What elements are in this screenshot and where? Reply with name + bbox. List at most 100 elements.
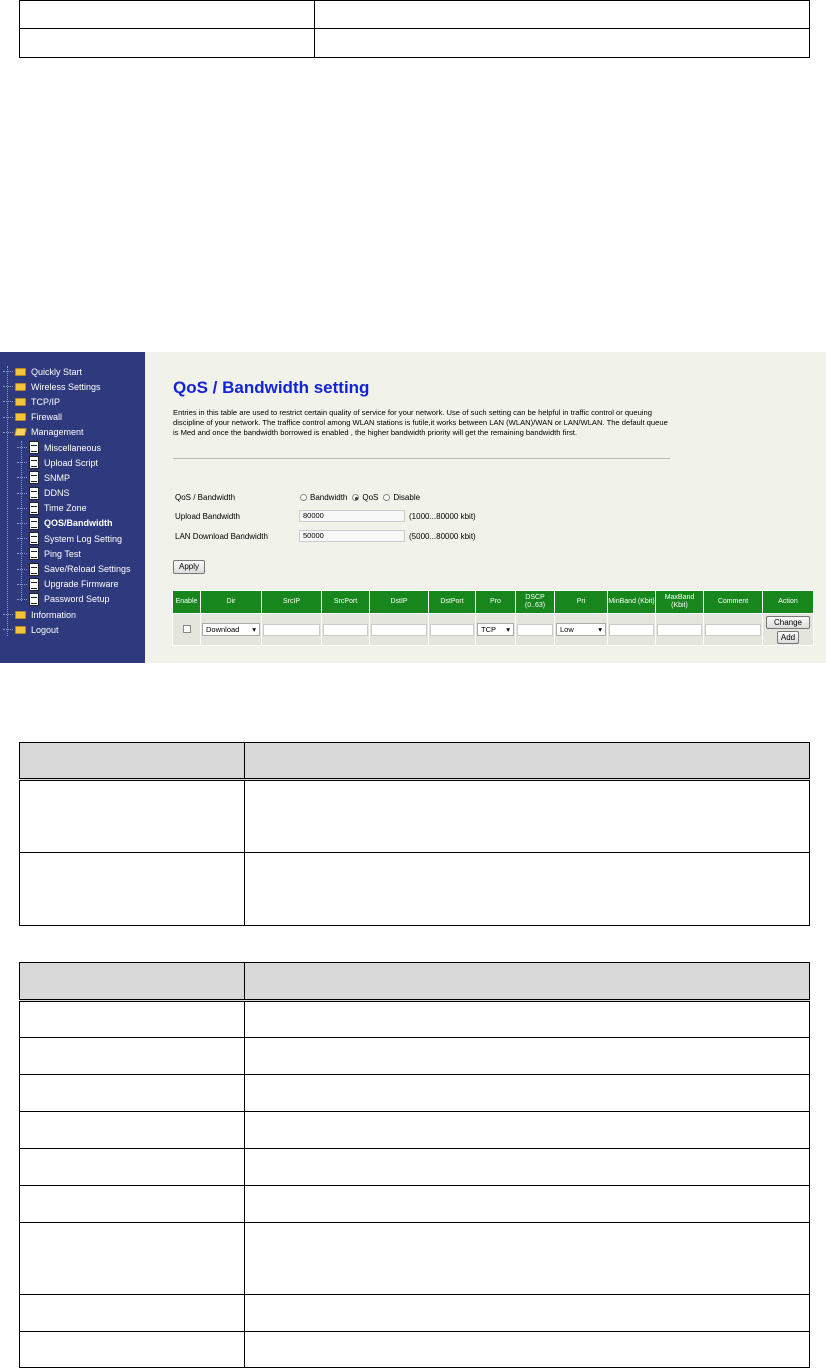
sidebar-item-label: Ping Test — [44, 548, 81, 559]
sidebar-item-firewall[interactable]: Firewall — [3, 410, 145, 425]
col-dir: Dir — [200, 590, 262, 614]
dscp-input[interactable] — [517, 623, 553, 636]
radio-label: Bandwidth — [310, 493, 348, 502]
sidebar-item-qos-bandwidth[interactable]: QOS/Bandwidth — [3, 516, 145, 531]
sidebar-item-save-reload[interactable]: Save/Reload Settings — [3, 561, 145, 576]
sidebar-item-information[interactable]: Information — [3, 607, 145, 622]
table-cell — [19, 1074, 245, 1112]
sidebar-item-label: System Log Setting — [44, 533, 123, 544]
description-table-1 — [19, 742, 810, 926]
radio-qos[interactable] — [352, 494, 360, 501]
srcip-input[interactable] — [263, 623, 320, 636]
maxband-input[interactable] — [657, 623, 702, 636]
sidebar-item-label: SNMP — [44, 472, 71, 483]
folder-icon — [15, 367, 26, 376]
sidebar-item-label: Firewall — [31, 412, 63, 423]
download-bandwidth-input[interactable]: 50000 — [299, 530, 405, 542]
add-button[interactable]: Add — [777, 630, 799, 644]
col-maxband: MaxBand (Kbit) — [655, 590, 704, 614]
folder-icon — [15, 610, 26, 619]
col-minband: MinBand (Kbit) — [607, 590, 656, 614]
upload-bandwidth-input[interactable]: 80000 — [299, 510, 405, 522]
col-srcip: SrcIP — [261, 590, 322, 614]
sidebar-item-time-zone[interactable]: Time Zone — [3, 501, 145, 516]
sidebar-item-password-setup[interactable]: Password Setup — [3, 592, 145, 607]
sidebar-item-snmp[interactable]: SNMP — [3, 470, 145, 485]
download-hint: (5000...80000 kbit) — [409, 531, 476, 541]
sidebar-item-tcpip[interactable]: TCP/IP — [3, 394, 145, 409]
upload-row: Upload Bandwidth 80000 (1000...80000 kbi… — [175, 510, 476, 522]
qos-mode-label: QoS / Bandwidth — [175, 493, 236, 502]
dropdown-arrow-icon: ▾ — [252, 625, 256, 634]
comment-input[interactable] — [705, 623, 761, 636]
top-table-cell — [314, 0, 810, 29]
sidebar-item-ddns[interactable]: DDNS — [3, 486, 145, 501]
dropdown-arrow-icon: ▾ — [506, 625, 510, 634]
sidebar-item-label: Upload Script — [44, 457, 99, 468]
upload-label: Upload Bandwidth — [175, 511, 240, 521]
table-cell — [19, 1222, 245, 1295]
dstport-input[interactable] — [430, 623, 474, 636]
table-cell — [244, 1000, 810, 1038]
sidebar-item-logout[interactable]: Logout — [3, 622, 145, 637]
enable-checkbox[interactable] — [182, 624, 191, 633]
sidebar-item-upload-script[interactable]: Upload Script — [3, 455, 145, 470]
pro-value: TCP — [481, 625, 496, 634]
pri-select[interactable]: Low ▾ — [556, 623, 606, 636]
table-cell — [19, 1000, 245, 1038]
top-table-cell — [314, 28, 810, 58]
page-icon — [29, 547, 39, 561]
sidebar-nav: Quickly Start Wireless Settings TCP/IP F… — [0, 352, 145, 663]
sidebar-item-management[interactable]: Management — [3, 425, 145, 440]
col-dscp: DSCP (0..63) — [515, 590, 555, 614]
col-enable: Enable — [172, 590, 201, 614]
page-icon — [29, 441, 39, 455]
table-cell — [244, 1074, 810, 1112]
radio-disable[interactable] — [383, 494, 391, 501]
page-icon — [29, 562, 39, 576]
page-icon — [29, 592, 39, 606]
apply-button[interactable]: Apply — [173, 560, 205, 574]
sidebar-item-system-log-setting[interactable]: System Log Setting — [3, 531, 145, 546]
open-folder-icon — [14, 428, 27, 437]
sidebar-item-ping-test[interactable]: Ping Test — [3, 546, 145, 561]
minband-input[interactable] — [609, 623, 654, 636]
page-icon — [29, 577, 39, 591]
pro-select[interactable]: TCP ▾ — [477, 623, 514, 636]
page-icon — [29, 471, 39, 485]
col-dstip: DstIP — [369, 590, 429, 614]
table-cell — [19, 1331, 245, 1368]
dir-select[interactable]: Download ▾ — [202, 623, 260, 636]
table-cell — [244, 1148, 810, 1186]
col-comment: Comment — [703, 590, 763, 614]
qos-rules-table: Enable Dir SrcIP SrcPort DstIP DstPort P… — [172, 590, 814, 646]
dir-value: Download — [206, 625, 240, 634]
srcport-input[interactable] — [323, 623, 368, 636]
table-cell — [19, 1111, 245, 1149]
table-cell — [244, 1111, 810, 1149]
sidebar-item-wireless-settings[interactable]: Wireless Settings — [3, 379, 145, 394]
change-button[interactable]: Change — [766, 615, 810, 629]
table-cell — [19, 1148, 245, 1186]
sidebar-item-label: Management — [31, 427, 84, 438]
top-table — [19, 0, 810, 58]
page-icon — [29, 486, 39, 500]
radio-bandwidth[interactable] — [300, 494, 307, 501]
download-row: LAN Download Bandwidth 50000 (5000...800… — [175, 530, 476, 542]
table-cell — [244, 779, 810, 853]
sidebar-item-upgrade-firmware[interactable]: Upgrade Firmware — [3, 577, 145, 592]
col-pro: Pro — [475, 590, 516, 614]
upload-hint: (1000...80000 kbit) — [409, 511, 476, 521]
top-table-cell — [19, 28, 315, 58]
col-pri: Pri — [554, 590, 608, 614]
page-icon — [29, 516, 39, 530]
table-cell — [19, 1037, 245, 1075]
sidebar-item-miscellaneous[interactable]: Miscellaneous — [3, 440, 145, 455]
col-dstport: DstPort — [428, 590, 476, 614]
top-table-cell — [19, 0, 315, 29]
table-cell — [244, 1037, 810, 1075]
router-admin-screenshot: Quickly Start Wireless Settings TCP/IP F… — [0, 352, 826, 663]
sidebar-item-quickly-start[interactable]: Quickly Start — [3, 364, 145, 379]
dstip-input[interactable] — [371, 623, 427, 636]
divider — [173, 458, 670, 459]
